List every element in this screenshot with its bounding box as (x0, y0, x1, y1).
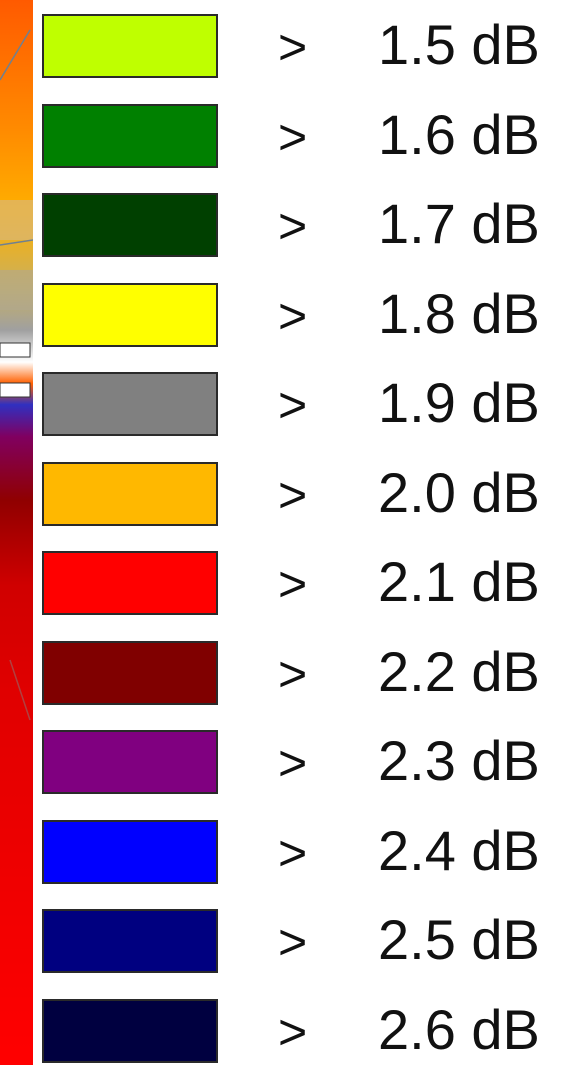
comparator-symbol: > (278, 108, 308, 165)
map-edge-fragment (0, 0, 33, 1065)
legend-row: >1.5 dB (42, 14, 582, 104)
legend-value-label: 1.9 dB (378, 371, 540, 434)
legend-swatch (42, 640, 218, 705)
legend-value-label: 2.3 dB (378, 729, 540, 792)
legend-row: >1.7 dB (42, 193, 582, 283)
legend-value-label: 2.0 dB (378, 460, 540, 524)
legend-value-label: 2.1 dB (378, 550, 540, 613)
legend-swatch (42, 14, 218, 78)
legend-swatch (42, 551, 218, 615)
legend-row: >2.3 dB (42, 730, 582, 820)
comparator-symbol: > (278, 914, 308, 970)
legend-row: >2.1 dB (42, 551, 582, 641)
legend-value-label: 2.6 dB (378, 997, 540, 1061)
legend-value-label: 2.5 dB (378, 908, 540, 971)
legend-swatch (42, 282, 218, 347)
legend-swatch (42, 909, 218, 973)
comparator-symbol: > (278, 645, 308, 702)
legend-swatch (42, 461, 218, 526)
legend-value-label: 2.4 dB (378, 818, 540, 882)
map-edge-graphic (0, 0, 33, 1065)
legend-value-label: 1.8 dB (378, 281, 540, 345)
legend-row: >2.6 dB (42, 997, 582, 1065)
comparator-symbol: > (278, 377, 308, 433)
legend-swatch (42, 998, 218, 1063)
legend-swatch (42, 103, 218, 168)
legend-swatch (42, 819, 218, 884)
legend-row: >1.9 dB (42, 372, 582, 462)
legend-row: >2.5 dB (42, 909, 582, 999)
legend-swatch (42, 193, 218, 257)
legend-page: >1.5 dB >1.6 dB >1.7 dB >1.8 dB >1.9 dB >2.0 … (0, 0, 586, 1065)
comparator-symbol: > (278, 198, 308, 254)
legend-swatch (42, 372, 218, 436)
comparator-symbol: > (278, 287, 308, 344)
legend-swatch (42, 730, 218, 794)
comparator-symbol: > (278, 466, 308, 523)
legend-row: >2.2 dB (42, 639, 582, 731)
comparator-symbol: > (278, 735, 308, 791)
legend-value-label: 1.5 dB (378, 13, 540, 76)
legend-value-label: 2.2 dB (378, 639, 540, 703)
legend-value-label: 1.6 dB (378, 102, 540, 166)
legend-row: >2.0 dB (42, 460, 582, 552)
comparator-symbol: > (278, 1003, 308, 1060)
legend-row: >2.4 dB (42, 818, 582, 910)
comparator-symbol: > (278, 824, 308, 881)
legend-value-label: 1.7 dB (378, 192, 540, 255)
comparator-symbol: > (278, 19, 308, 75)
legend-row: >1.6 dB (42, 102, 582, 194)
comparator-symbol: > (278, 556, 308, 612)
legend-row: >1.8 dB (42, 281, 582, 373)
dB-legend: >1.5 dB >1.6 dB >1.7 dB >1.8 dB >1.9 dB >2.0 … (42, 14, 582, 1065)
